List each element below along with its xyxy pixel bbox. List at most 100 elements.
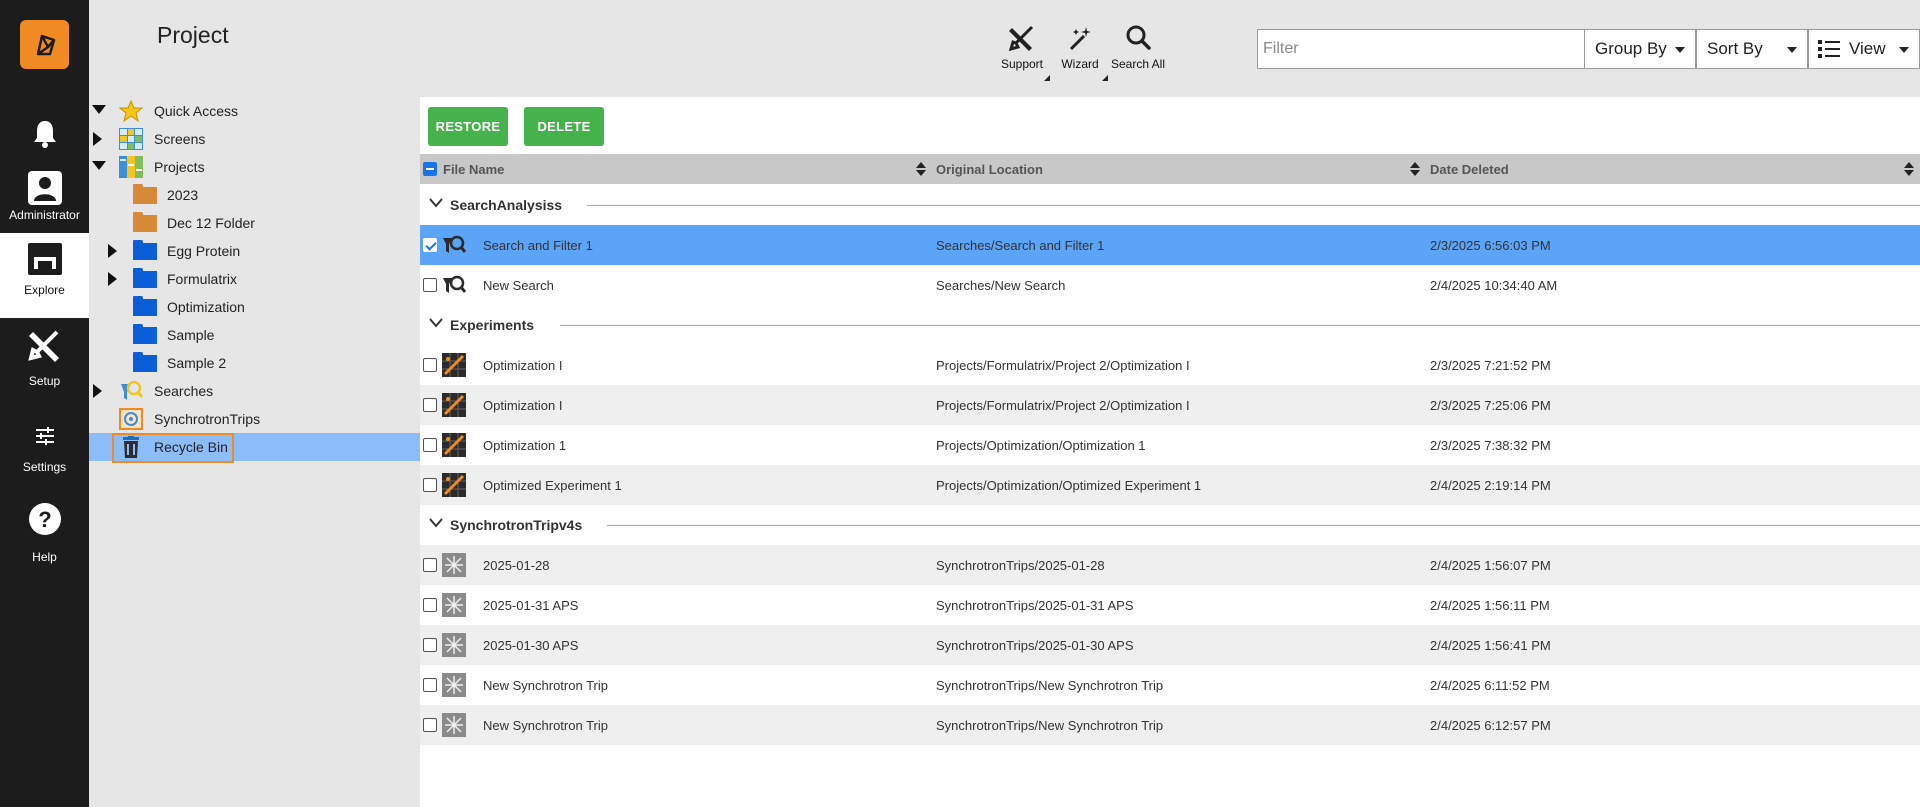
table-row[interactable]: Search and Filter 1 Searches/Search and … [420,225,1920,265]
tree-item-dec-12-folder[interactable]: Dec 12 Folder [89,209,420,237]
column-date-deleted[interactable]: Date Deleted [1430,162,1509,177]
row-checkbox[interactable] [423,598,437,612]
delete-button[interactable]: DELETE [524,107,604,146]
sort-icon[interactable] [1410,162,1420,176]
tree-label: SynchrotronTrips [154,411,261,427]
row-checkbox[interactable] [423,438,437,452]
table-row[interactable]: 2025-01-30 APS SynchrotronTrips/2025-01-… [420,625,1920,665]
experiment-icon [442,473,466,497]
tree-label: Sample 2 [167,355,227,371]
expand-arrow-icon[interactable] [93,132,102,146]
nav-help[interactable]: ? Help [0,502,89,564]
table-row[interactable]: 2025-01-31 APS SynchrotronTrips/2025-01-… [420,585,1920,625]
column-file-name[interactable]: File Name [443,162,504,177]
caret-down-icon [1787,47,1797,53]
synchrotron-trip-icon [442,713,466,737]
table-row[interactable]: Optimization I Projects/Formulatrix/Proj… [420,345,1920,385]
tree-label: Optimization [167,299,245,315]
row-checkbox[interactable] [423,678,437,692]
group-header-searchanalysiss[interactable]: SearchAnalysiss [420,185,1920,225]
expand-arrow-icon[interactable] [92,105,106,114]
nav-setup[interactable]: Setup [0,328,89,388]
table-row[interactable]: Optimized Experiment 1 Projects/Optimiza… [420,465,1920,505]
tree-label: Searches [154,383,214,399]
group-header-synchrotrontripv4s[interactable]: SynchrotronTripv4s [420,505,1920,545]
row-checkbox[interactable] [423,478,437,492]
tree-item-screens[interactable]: Screens [89,125,420,153]
tree-item-projects[interactable]: Projects [89,153,420,181]
group-header-experiments[interactable]: Experiments [420,305,1920,345]
folder-tree: Quick Access Screens Projects 2023 Dec 1… [89,97,420,807]
synchrotron-trip-icon [442,633,466,657]
app-logo[interactable] [20,20,69,69]
tools-icon [1008,25,1034,52]
chevron-down-icon[interactable] [429,318,443,328]
row-checkbox[interactable] [423,398,437,412]
tree-item-recycle-bin[interactable]: Recycle Bin [89,433,420,463]
row-checkbox[interactable] [423,718,437,732]
nav-label: Help [32,550,57,564]
cell-original-location: Projects/Optimization/Optimized Experime… [936,478,1202,493]
table-row[interactable]: Optimization I Projects/Formulatrix/Proj… [420,385,1920,425]
restore-button[interactable]: RESTORE [428,107,508,146]
nav-notifications[interactable] [0,118,89,150]
cell-file-name: Optimization 1 [483,438,567,453]
tree-item-2023[interactable]: 2023 [89,181,420,209]
cell-date-deleted: 2/4/2025 10:34:40 AM [1430,278,1558,293]
bell-icon [33,121,56,148]
row-checkbox[interactable] [423,358,437,372]
chevron-down-icon[interactable] [429,518,443,528]
cell-original-location: Searches/New Search [936,278,1066,293]
table-row[interactable]: New Synchrotron Trip SynchrotronTrips/Ne… [420,705,1920,745]
expand-arrow-icon[interactable] [108,244,117,258]
wizard-label: Wizard [1061,57,1099,71]
row-checkbox[interactable] [423,238,437,252]
table-row[interactable]: New Synchrotron Trip SynchrotronTrips/Ne… [420,665,1920,705]
wizard-button[interactable]: Wizard [1050,24,1110,81]
group-by-label: Group By [1595,39,1667,58]
select-all-checkbox[interactable] [423,162,437,176]
chevron-down-icon[interactable] [429,198,443,208]
tree-item-quick-access[interactable]: Quick Access [89,97,420,125]
tree-item-sample-2[interactable]: Sample 2 [89,349,420,377]
tree-item-sample[interactable]: Sample [89,321,420,349]
filter-input[interactable] [1260,32,1600,66]
nav-administrator[interactable]: Administrator [0,170,89,222]
expand-arrow-icon[interactable] [92,161,106,170]
tree-item-formulatrix[interactable]: Formulatrix [89,265,420,293]
synchrotron-trip-icon [442,673,466,697]
user-icon [27,171,62,205]
tree-item-synchrotron-trips[interactable]: SynchrotronTrips [89,405,420,433]
nav-explore[interactable]: Explore [0,233,89,318]
sliders-icon [35,427,54,445]
search-all-button[interactable]: Search All [1108,24,1168,71]
nav-settings[interactable]: Settings [0,424,89,474]
sort-icon[interactable] [1904,162,1914,176]
left-nav: Administrator Explore Setup Settings ? H… [0,0,89,807]
table-header: File Name Original Location Date Deleted [420,154,1920,184]
table-row[interactable]: Optimization 1 Projects/Optimization/Opt… [420,425,1920,465]
cell-file-name: 2025-01-31 APS [483,598,579,613]
support-button[interactable]: Support [992,24,1052,81]
expand-arrow-icon[interactable] [108,272,117,286]
view-dropdown[interactable]: View [1808,29,1920,69]
cell-original-location: Projects/Formulatrix/Project 2/Optimizat… [936,358,1190,373]
row-checkbox[interactable] [423,278,437,292]
expand-arrow-icon[interactable] [93,384,102,398]
folder-icon [133,240,157,262]
row-checkbox[interactable] [423,638,437,652]
cell-file-name: New Synchrotron Trip [483,718,608,733]
table-row[interactable]: 2025-01-28 SynchrotronTrips/2025-01-28 2… [420,545,1920,585]
sort-icon[interactable] [916,162,926,176]
search-all-label: Search All [1110,57,1166,71]
tree-item-optimization[interactable]: Optimization [89,293,420,321]
table-row[interactable]: New Search Searches/New Search 2/4/2025 … [420,265,1920,305]
row-checkbox[interactable] [423,558,437,572]
folder-icon [133,184,157,206]
sort-by-dropdown[interactable]: Sort By [1696,29,1808,69]
group-by-dropdown[interactable]: Group By [1584,29,1696,69]
tree-item-searches[interactable]: Searches [89,377,420,405]
tree-item-egg-protein[interactable]: Egg Protein [89,237,420,265]
cell-original-location: SynchrotronTrips/New Synchrotron Trip [936,678,1164,693]
column-original-location[interactable]: Original Location [936,162,1043,177]
